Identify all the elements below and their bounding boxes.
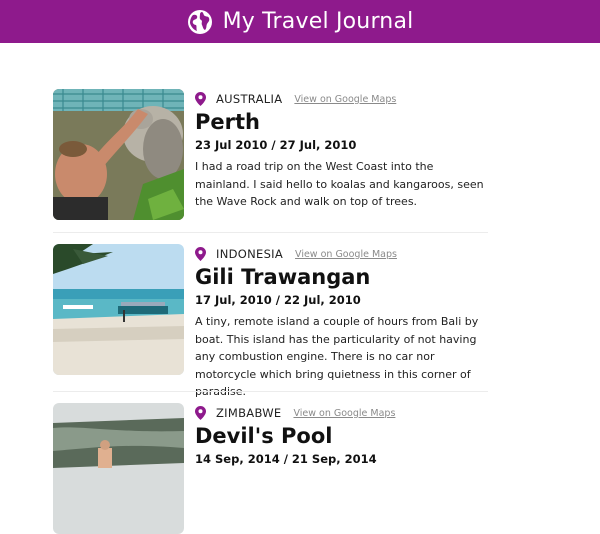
entry-place: Gili Trawangan — [195, 265, 371, 289]
entry-description: A tiny, remote island a couple of hours … — [195, 315, 479, 398]
entry-dates: 17 Jul, 2010 / 22 Jul, 2010 — [195, 293, 361, 307]
entry-photo-waterfall — [53, 403, 184, 534]
entry-country: ZIMBABWE — [216, 406, 282, 420]
google-maps-link[interactable]: View on Google Maps — [293, 408, 395, 419]
app-header: My Travel Journal — [0, 0, 600, 43]
entry-place: Perth — [195, 110, 260, 134]
entry-divider — [53, 391, 488, 392]
google-maps-link[interactable]: View on Google Maps — [294, 94, 396, 105]
location-pin-icon — [195, 92, 206, 106]
entry-country: INDONESIA — [216, 247, 284, 261]
entry-dates: 14 Sep, 2014 / 21 Sep, 2014 — [195, 452, 377, 466]
entry-divider — [53, 232, 488, 233]
location-pin-icon — [195, 406, 206, 420]
entry-place: Devil's Pool — [195, 424, 333, 448]
entry-photo-beach — [53, 244, 184, 375]
entry-photo-koala — [53, 89, 184, 220]
entry-description: I had a road trip on the West Coast into… — [195, 160, 484, 208]
globe-icon — [187, 9, 213, 35]
entry-country: AUSTRALIA — [216, 92, 283, 106]
entry-dates: 23 Jul 2010 / 27 Jul, 2010 — [195, 138, 357, 152]
google-maps-link[interactable]: View on Google Maps — [295, 249, 397, 260]
page-title: My Travel Journal — [222, 9, 414, 34]
location-pin-icon — [195, 247, 206, 261]
